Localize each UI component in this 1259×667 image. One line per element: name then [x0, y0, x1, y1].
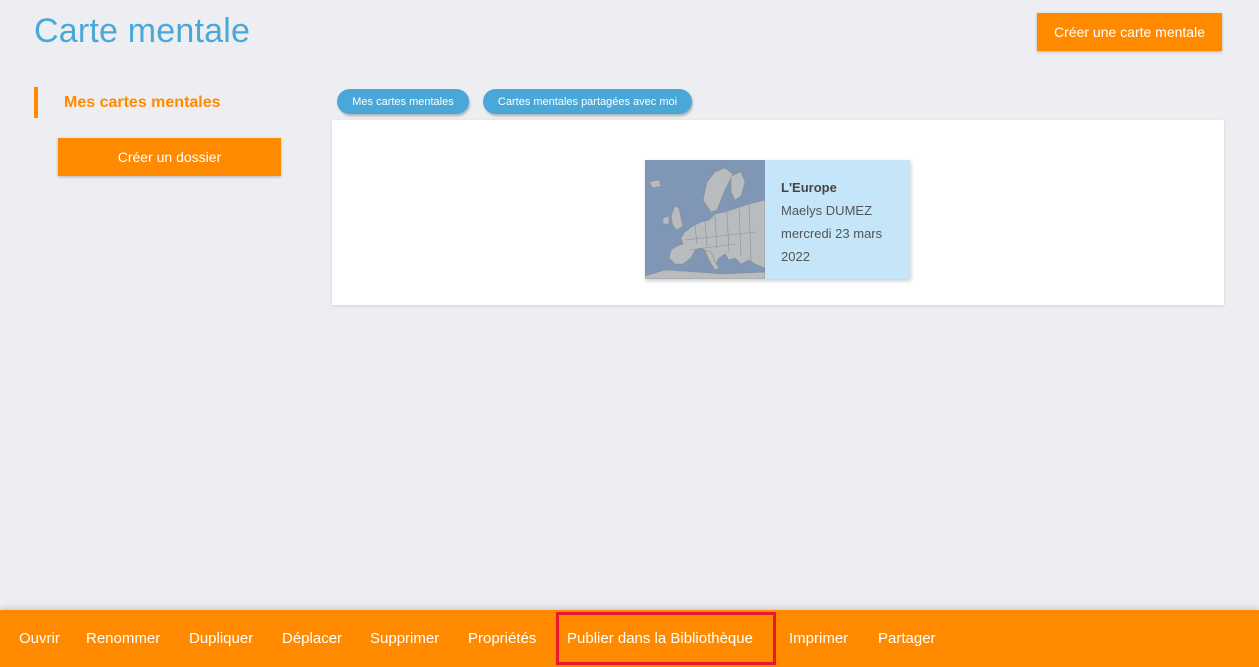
mind-map-card[interactable]: L'Europe Maelys DUMEZ mercredi 23 mars 2…	[645, 160, 910, 279]
app-page: Carte mentale Créer une carte mentale Me…	[0, 0, 1259, 667]
sidebar-item-label: Mes cartes mentales	[64, 93, 221, 111]
action-rename[interactable]: Renommer	[86, 610, 160, 667]
action-share[interactable]: Partager	[878, 610, 936, 667]
action-publish-library[interactable]: Publier dans la Bibliothèque	[556, 612, 776, 665]
tab-my-mind-maps[interactable]: Mes cartes mentales	[337, 89, 469, 114]
action-toolbar: Ouvrir Renommer Dupliquer Déplacer Suppr…	[0, 610, 1259, 667]
mind-map-title: L'Europe	[781, 180, 837, 195]
mind-map-author: Maelys DUMEZ	[781, 203, 873, 218]
mind-map-card-info: L'Europe Maelys DUMEZ mercredi 23 mars 2…	[781, 176, 906, 268]
sidebar-item-my-mind-maps[interactable]: Mes cartes mentales	[34, 87, 221, 118]
tab-shared-mind-maps[interactable]: Cartes mentales partagées avec moi	[483, 89, 692, 114]
europe-map-icon	[645, 160, 765, 279]
create-mind-map-button[interactable]: Créer une carte mentale	[1037, 13, 1222, 51]
action-delete[interactable]: Supprimer	[370, 610, 439, 667]
mind-map-list-panel: L'Europe Maelys DUMEZ mercredi 23 mars 2…	[332, 120, 1224, 305]
action-move[interactable]: Déplacer	[282, 610, 342, 667]
create-folder-button[interactable]: Créer un dossier	[58, 138, 281, 176]
page-title: Carte mentale	[34, 12, 251, 50]
action-duplicate[interactable]: Dupliquer	[189, 610, 253, 667]
action-open[interactable]: Ouvrir	[19, 610, 60, 667]
mind-map-date: mercredi 23 mars 2022	[781, 226, 883, 264]
action-properties[interactable]: Propriétés	[468, 610, 536, 667]
action-print[interactable]: Imprimer	[789, 610, 848, 667]
